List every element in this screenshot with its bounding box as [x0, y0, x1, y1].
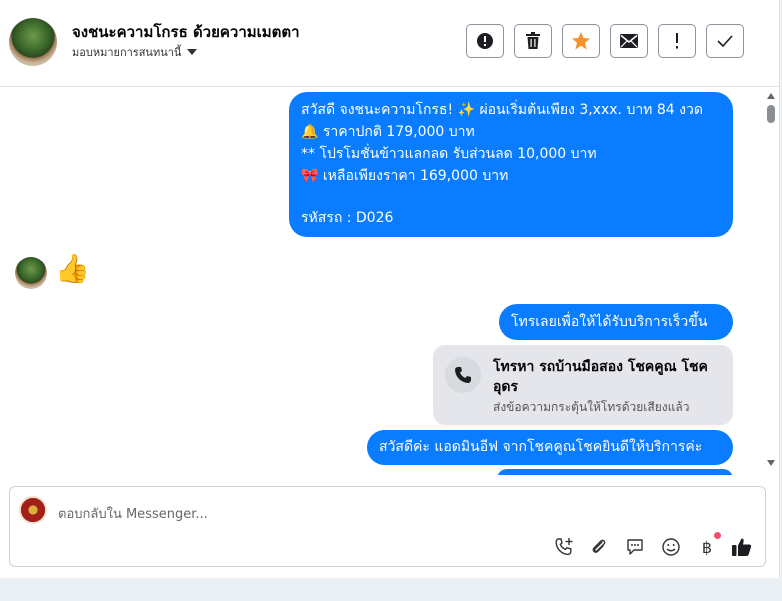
star-icon: [572, 32, 590, 50]
message-scrollbar[interactable]: [764, 87, 778, 475]
call-card-subtitle: ส่งข้อความกระตุ้นให้โทรด้วยเสียงแล้ว: [493, 400, 690, 414]
saved-replies-icon[interactable]: [623, 535, 647, 559]
envelope-icon: [620, 34, 638, 48]
call-card-title: โทรหา รถบ้านมือสอง โชคคูณ โชคอุดร: [493, 359, 708, 395]
scroll-thumb[interactable]: [767, 105, 775, 123]
mark-unread-button[interactable]: [610, 24, 648, 58]
notification-dot: [714, 532, 721, 539]
contact-avatar[interactable]: [9, 18, 57, 66]
scroll-down-arrow-icon[interactable]: [767, 460, 775, 466]
outgoing-message: สวัสดี จงชนะความโกรธ! ✨ ผ่อนเริ่มต้นเพีย…: [289, 92, 733, 237]
conversation-header: จงชนะความโกรธ ด้วยความเมตตา มอบหมายการสน…: [0, 0, 779, 87]
phone-icon-circle: [445, 357, 481, 393]
trash-icon: [526, 32, 540, 49]
spam-button[interactable]: [466, 24, 504, 58]
phone-icon: [455, 367, 471, 383]
alert-circle-icon: [477, 33, 493, 49]
exclamation-icon: [676, 33, 678, 49]
caret-down-icon: [187, 49, 198, 55]
scroll-up-arrow-icon[interactable]: [767, 93, 775, 99]
message-line: รหัสรถ : D026: [301, 210, 394, 226]
outgoing-message: โทรเลยเพื่อให้ได้รับบริการเร็วขึ้น: [499, 304, 733, 340]
message-line: 🔔 ราคาปกติ 179,000 บาท: [301, 124, 475, 140]
reply-composer[interactable]: ตอบกลับใน Messenger... ฿: [9, 486, 766, 567]
add-call-icon[interactable]: [552, 535, 576, 559]
outgoing-message-partial: [497, 469, 733, 475]
payment-icon[interactable]: ฿: [695, 532, 721, 559]
conversation-panel: จงชนะความโกรธ ด้วยความเมตตา มอบหมายการสน…: [0, 0, 780, 578]
assign-conversation-dropdown[interactable]: มอบหมายการสนทนานี้: [72, 43, 198, 61]
baht-symbol: ฿: [701, 537, 713, 557]
delete-button[interactable]: [514, 24, 552, 58]
check-icon: [717, 35, 733, 47]
star-button[interactable]: [562, 24, 600, 58]
conversation-title: จงชนะความโกรธ ด้วยความเมตตา: [72, 23, 300, 41]
message-line: 🎀 เหลือเพียงราคา 169,000 บาท: [301, 168, 509, 184]
message-line: [301, 187, 721, 207]
thumbs-up-reaction: 👍: [55, 252, 90, 285]
outgoing-message: สวัสดีค่ะ แอดมินอีฟ จากโชคคูณโชคยินดีให้…: [367, 430, 733, 465]
contact-avatar-small: [15, 257, 47, 289]
attachment-icon[interactable]: [587, 535, 611, 559]
message-line: สวัสดี จงชนะความโกรธ! ✨ ผ่อนเริ่มต้นเพีย…: [301, 102, 703, 118]
message-line: ** โปรโมชั่นข้าวแลกลด รับส่วนลด 10,000 บ…: [301, 146, 597, 162]
assign-label: มอบหมายการสนทนานี้: [72, 46, 182, 59]
important-button[interactable]: [658, 24, 696, 58]
window-bottom-strip: [0, 579, 782, 601]
page-avatar: [19, 496, 47, 524]
like-icon[interactable]: [730, 535, 754, 559]
done-button[interactable]: [706, 24, 744, 58]
call-request-card[interactable]: โทรหา รถบ้านมือสอง โชคคูณ โชคอุดร ส่งข้อ…: [433, 345, 733, 425]
reply-input-placeholder[interactable]: ตอบกลับใน Messenger...: [58, 503, 208, 524]
emoji-icon[interactable]: [659, 535, 683, 559]
message-list: สวัสดี จงชนะความโกรธ! ✨ ผ่อนเริ่มต้นเพีย…: [0, 87, 779, 475]
